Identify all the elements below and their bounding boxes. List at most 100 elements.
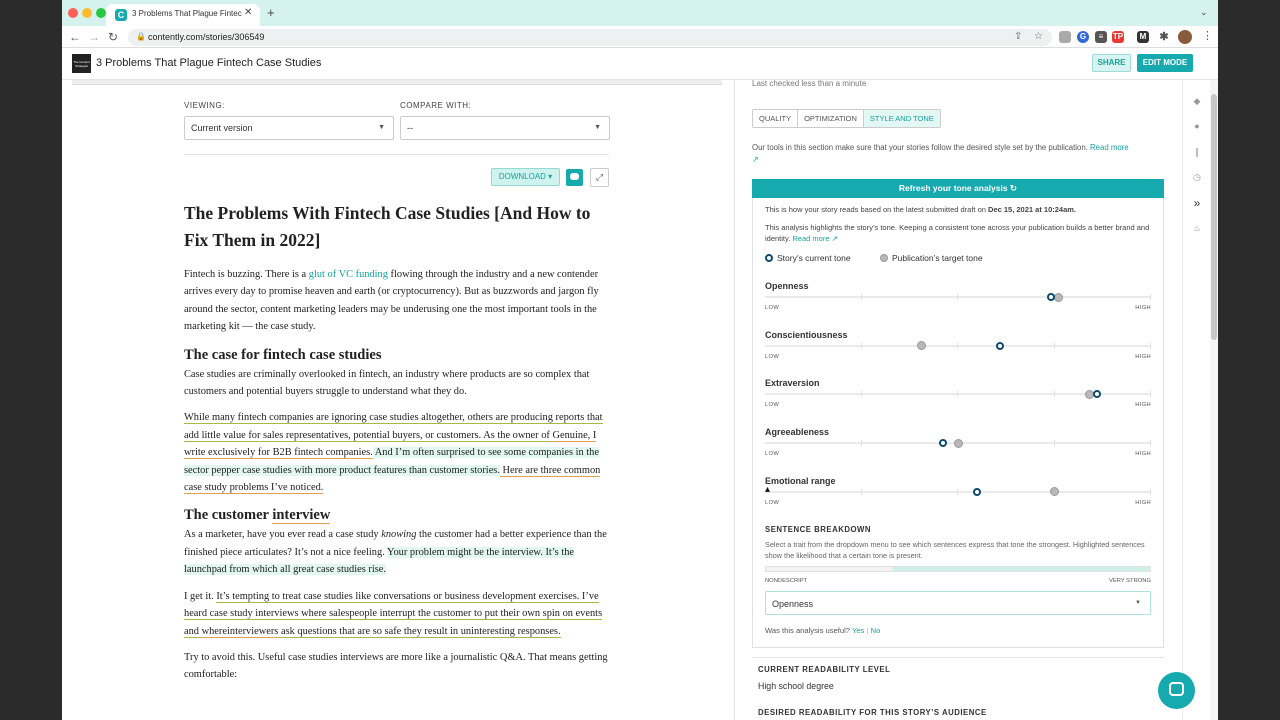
tone-analysis-box: This is how your story reads based on th… (752, 198, 1164, 648)
comments-toggle-button[interactable] (566, 169, 583, 186)
target-tone-dot (1050, 487, 1059, 497)
tab-search-icon[interactable]: ⌄ (1200, 7, 1208, 18)
scrollbar[interactable] (1210, 80, 1218, 720)
share-button[interactable]: SHARE (1092, 54, 1131, 72)
paragraph: As a marketer, have you ever read a case… (184, 529, 607, 576)
lock-icon: 🔒 (136, 32, 146, 41)
scrollbar-thumb[interactable] (1211, 94, 1217, 340)
lightbulb-icon[interactable]: ♨ (1191, 223, 1203, 234)
read-more-link[interactable]: Read more (792, 234, 829, 243)
low-label: LOW (765, 353, 780, 360)
track-tick (1053, 342, 1055, 349)
close-tab-icon[interactable]: ✕ (244, 7, 252, 18)
maximize-window-button[interactable] (96, 8, 106, 18)
story-pane: VIEWING: Current version ▼ COMPARE WITH: … (62, 80, 734, 720)
track-tick (957, 342, 958, 349)
desired-readability-label: DESIRED READABILITY FOR THIS STORY’S AUD… (758, 708, 987, 717)
section-intro: Our tools in this section make sure that… (752, 143, 1129, 164)
browser-window: C 3 Problems That Plague Fintech Case St… (62, 0, 1218, 720)
attachment-icon[interactable]: ∥ (1191, 147, 1203, 158)
legend-target-tone[interactable]: Publication’s target tone (880, 253, 983, 263)
high-label: HIGH (1135, 402, 1151, 409)
current-tone-dot (996, 341, 1005, 350)
compare-select[interactable]: -- ▼ (400, 116, 610, 140)
track-tick (957, 488, 958, 495)
trait-select[interactable]: Openness ▼ (765, 591, 1151, 615)
track-tick (1053, 440, 1055, 447)
tab-quality[interactable]: QUALITY (753, 110, 799, 127)
trait-name: Emotional range (765, 475, 836, 486)
current-tone-dot (973, 487, 982, 496)
share-page-icon[interactable]: ⇪ (1014, 31, 1022, 42)
low-label: LOW (765, 451, 780, 458)
current-tone-dot (1092, 390, 1101, 399)
current-tone-dot (938, 439, 947, 448)
comments-icon[interactable]: ● (1191, 121, 1203, 131)
mouse-cursor-icon: ▴ (765, 484, 771, 495)
profile-avatar[interactable] (1178, 30, 1192, 44)
tab-style-and-tone[interactable]: STYLE AND TONE (863, 110, 940, 127)
bookmark-star-icon[interactable]: ☆ (1034, 31, 1043, 42)
track-tick (1150, 294, 1151, 300)
compare-label: COMPARE WITH: (400, 101, 472, 110)
vc-funding-link[interactable]: glut of VC funding (309, 269, 388, 280)
feedback-prompt: Was this analysis useful? Yes | No (765, 626, 881, 635)
trait-name: Conscientiousness (765, 329, 848, 340)
tp-extension-icon[interactable]: TP (1112, 31, 1124, 43)
puzzle-extensions-icon[interactable]: ✱ (1158, 31, 1170, 43)
divider (184, 154, 609, 155)
minimize-window-button[interactable] (82, 8, 92, 18)
extension-icon[interactable] (1059, 31, 1071, 43)
expand-icon[interactable]: » (1191, 196, 1203, 210)
refresh-tone-analysis-button[interactable]: Refresh your tone analysis ↻ (752, 179, 1164, 198)
trait-track (765, 342, 1151, 349)
forward-icon[interactable]: → (88, 30, 100, 44)
track-tick (860, 342, 862, 349)
paragraph: Try to avoid this. Useful case studies i… (184, 651, 608, 681)
track-tick (957, 391, 958, 398)
paragraph: I get it. It’s tempting to treat case st… (184, 590, 603, 638)
track-tick (1150, 391, 1151, 398)
mail-extension-icon[interactable]: M (1137, 31, 1149, 43)
trait-row: Emotional range LOW HIGH (765, 476, 1151, 508)
viewing-value: Current version (191, 123, 253, 133)
viewing-select[interactable]: Current version ▼ (184, 116, 394, 140)
browser-menu-icon[interactable]: ⋮ (1202, 29, 1213, 42)
high-label: HIGH (1135, 305, 1151, 311)
new-tab-icon[interactable]: + (267, 5, 275, 20)
legend-current-tone[interactable]: Story’s current tone (765, 253, 851, 263)
readability-value: High school degree (758, 681, 834, 691)
external-link-icon[interactable]: ↗ (752, 155, 759, 164)
browser-tabbar: C 3 Problems That Plague Fintech Case St… (62, 0, 1218, 26)
grammarly-extension-icon[interactable]: G (1077, 31, 1089, 43)
publication-logo[interactable]: The Content Strategist (72, 54, 91, 73)
omnibox[interactable]: 🔒 contently.com/stories/306549 ⇪ ☆ (128, 29, 1052, 46)
trait-track (765, 294, 1151, 300)
low-label: LOW (765, 305, 780, 311)
notes-extension-icon[interactable]: ≡ (1095, 31, 1107, 43)
target-tone-radio-icon (880, 254, 888, 262)
expand-icon[interactable]: ⤢ (590, 168, 609, 187)
target-tone-dot (1053, 292, 1063, 302)
read-more-link[interactable]: Read more (1090, 143, 1129, 152)
tab-optimization[interactable]: OPTIMIZATION (798, 110, 864, 127)
feedback-yes-link[interactable]: Yes (852, 626, 864, 635)
high-label: HIGH (1135, 353, 1151, 360)
last-checked-text: Last checked less than a minute (752, 79, 867, 88)
analysis-description: This analysis highlights the story’s ton… (765, 223, 1150, 243)
chat-support-button[interactable] (1158, 672, 1195, 709)
track-tick (957, 294, 958, 300)
close-window-button[interactable] (68, 8, 78, 18)
feedback-no-link[interactable]: No (871, 626, 881, 635)
analysis-tabs: QUALITY OPTIMIZATION STYLE AND TONE (752, 109, 941, 128)
external-link-icon[interactable]: ↗ (832, 234, 838, 243)
download-button[interactable]: DOWNLOAD ▾ (491, 168, 560, 186)
edit-mode-button[interactable]: EDIT MODE (1137, 54, 1193, 72)
tag-icon[interactable]: ◆ (1191, 96, 1203, 107)
chat-icon (1169, 682, 1184, 696)
reload-icon[interactable]: ↻ (108, 30, 118, 44)
browser-tab[interactable]: C 3 Problems That Plague Fintech Case St… (106, 4, 260, 26)
back-icon[interactable]: ← (69, 30, 81, 44)
history-icon[interactable]: ◷ (1191, 172, 1203, 183)
compare-value: -- (407, 123, 413, 133)
